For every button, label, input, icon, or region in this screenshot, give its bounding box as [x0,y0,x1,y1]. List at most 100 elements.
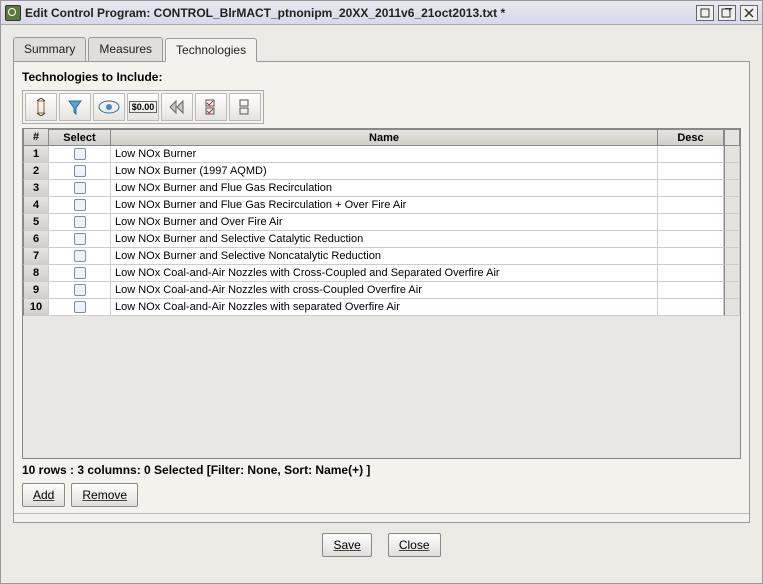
table-row[interactable]: 2Low NOx Burner (1997 AQMD) [23,163,740,180]
table-row[interactable]: 1Low NOx Burner [23,146,740,163]
sort-button[interactable] [25,93,57,121]
checkbox-icon[interactable] [74,250,86,262]
row-name-cell[interactable]: Low NOx Burner and Selective Noncatalyti… [111,248,658,265]
row-number: 6 [23,231,49,248]
row-select-cell[interactable] [49,299,111,316]
row-desc-cell[interactable] [658,265,724,282]
window-title: Edit Control Program: CONTROL_BlrMACT_pt… [25,6,696,20]
minimize-button[interactable] [696,5,714,21]
remove-button[interactable]: Remove [71,483,138,507]
row-select-cell[interactable] [49,231,111,248]
add-button[interactable]: Add [22,483,65,507]
col-desc[interactable]: Desc [658,129,724,146]
titlebar: Edit Control Program: CONTROL_BlrMACT_pt… [1,1,762,25]
remove-label: Remove [82,488,127,502]
row-name-cell[interactable]: Low NOx Burner [111,146,658,163]
row-number: 5 [23,214,49,231]
deselect-all-button[interactable] [229,93,261,121]
maximize-icon [721,8,733,18]
table-header: # Select Name Desc [23,129,740,146]
table-row[interactable]: 4 Low NOx Burner and Flue Gas Recirculati… [23,197,740,214]
col-name[interactable]: Name [111,129,658,146]
row-filler [724,180,740,197]
select-all-icon [204,98,218,116]
checkbox-icon[interactable] [74,199,86,211]
table-row[interactable]: 6 Low NOx Burner and Selective Catalytic … [23,231,740,248]
checkbox-icon[interactable] [74,148,86,160]
checkbox-icon[interactable] [74,182,86,194]
checkbox-icon[interactable] [74,165,86,177]
row-number: 4 [23,197,49,214]
row-desc-cell[interactable] [658,163,724,180]
row-name-cell[interactable]: Low NOx Coal-and-Air Nozzles with Cross-… [111,265,658,282]
tab-technologies[interactable]: Technologies [165,38,257,62]
checkbox-icon[interactable] [74,267,86,279]
table-row[interactable]: 10 Low NOx Coal-and-Air Nozzles with sepa… [23,299,740,316]
col-filler [724,129,740,146]
row-desc-cell[interactable] [658,180,724,197]
row-filler [724,231,740,248]
row-select-cell[interactable] [49,248,111,265]
data-grid: # Select Name Desc 1Low NOx Burner2Low N… [23,129,740,316]
row-select-cell[interactable] [49,214,111,231]
table-empty-area [23,316,740,458]
checkbox-icon[interactable] [74,284,86,296]
row-number: 10 [23,299,49,316]
close-icon [744,8,754,18]
row-name-cell[interactable]: Low NOx Burner and Flue Gas Recirculatio… [111,197,658,214]
row-desc-cell[interactable] [658,282,724,299]
maximize-button[interactable] [718,5,736,21]
row-select-cell[interactable] [49,163,111,180]
row-select-cell[interactable] [49,197,111,214]
row-desc-cell[interactable] [658,146,724,163]
table-row[interactable]: 5 Low NOx Burner and Over Fire Air [23,214,740,231]
row-name-cell[interactable]: Low NOx Coal-and-Air Nozzles with cross-… [111,282,658,299]
row-select-cell[interactable] [49,282,111,299]
row-filler [724,299,740,316]
tab-bar: Summary Measures Technologies [13,37,750,62]
checkbox-icon[interactable] [74,301,86,313]
table-row[interactable]: 3Low NOx Burner and Flue Gas Recirculati… [23,180,740,197]
table-row[interactable]: 9Low NOx Coal-and-Air Nozzles with cross… [23,282,740,299]
row-filler [724,163,740,180]
content-area: Summary Measures Technologies Technologi… [1,25,762,583]
close-button[interactable] [740,5,758,21]
add-label: Add [33,488,54,502]
row-name-cell[interactable]: Low NOx Burner and Selective Catalytic R… [111,231,658,248]
col-select[interactable]: Select [49,129,111,146]
reset-button[interactable] [161,93,193,121]
eye-icon [98,100,120,114]
table-toolbar: $0.00 [22,90,264,124]
row-desc-cell[interactable] [658,299,724,316]
row-select-cell[interactable] [49,180,111,197]
tab-measures[interactable]: Measures [88,37,163,61]
view-button[interactable] [93,93,125,121]
row-desc-cell[interactable] [658,197,724,214]
row-filler [724,214,740,231]
checkbox-icon[interactable] [74,216,86,228]
row-name-cell[interactable]: Low NOx Burner and Over Fire Air [111,214,658,231]
tab-summary[interactable]: Summary [13,37,86,61]
deselect-all-icon [238,98,252,116]
table-row[interactable]: 8Low NOx Coal-and-Air Nozzles with Cross… [23,265,740,282]
row-desc-cell[interactable] [658,248,724,265]
close-window-button[interactable]: Close [388,533,441,557]
table-row[interactable]: 7 Low NOx Burner and Selective Noncatalyt… [23,248,740,265]
row-name-cell[interactable]: Low NOx Burner and Flue Gas Recirculatio… [111,180,658,197]
select-all-button[interactable] [195,93,227,121]
row-filler [724,146,740,163]
row-name-cell[interactable]: Low NOx Coal-and-Air Nozzles with separa… [111,299,658,316]
format-button[interactable]: $0.00 [127,93,159,121]
row-name-cell[interactable]: Low NOx Burner (1997 AQMD) [111,163,658,180]
row-select-cell[interactable] [49,265,111,282]
filter-button[interactable] [59,93,91,121]
rewind-icon [168,99,186,115]
row-number: 7 [23,248,49,265]
row-desc-cell[interactable] [658,231,724,248]
save-button[interactable]: Save [322,533,371,557]
row-desc-cell[interactable] [658,214,724,231]
bottom-button-bar: Save Close [13,523,750,571]
col-rownum[interactable]: # [23,129,49,146]
checkbox-icon[interactable] [74,233,86,245]
row-select-cell[interactable] [49,146,111,163]
